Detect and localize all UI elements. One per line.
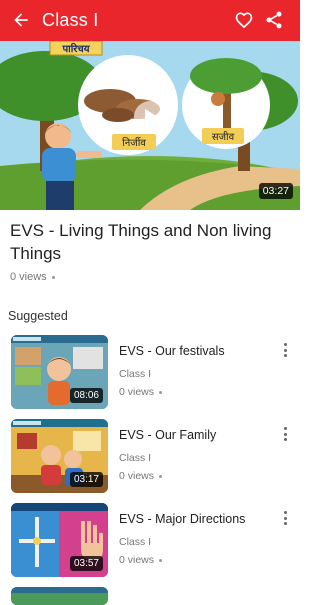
suggested-title[interactable]: EVS - Major Directions — [119, 512, 245, 526]
video-title: EVS - Living Things and Non living Thing… — [10, 221, 272, 263]
suggested-subtitle: Class I — [119, 368, 152, 380]
suggested-item[interactable]: 03:57 EVS - Major Directions Class I 0 v… — [0, 503, 300, 579]
share-button[interactable] — [262, 8, 286, 32]
suggested-thumbnail[interactable] — [11, 587, 108, 605]
suggested-duration: 03:57 — [69, 556, 103, 571]
suggested-duration: 03:17 — [69, 472, 103, 487]
favorite-button[interactable] — [232, 8, 256, 32]
suggested-item[interactable]: 03:17 EVS - Our Family Class I 0 views — [0, 419, 300, 495]
more-vert-icon — [283, 427, 287, 430]
video-thumbnail: पारिचय निर्जीव सजीव — [0, 41, 300, 210]
suggested-views: 0 views — [119, 554, 163, 566]
thumbnail-left-card-text: निर्जीव — [122, 137, 146, 149]
more-vert-icon — [283, 343, 287, 346]
back-button[interactable] — [9, 8, 33, 32]
suggested-item-partial[interactable] — [0, 587, 300, 605]
views-count: 0 views — [119, 554, 155, 566]
suggested-thumbnail[interactable]: 03:17 — [11, 419, 108, 493]
suggested-duration: 08:06 — [69, 388, 103, 403]
heart-outline-icon — [235, 12, 253, 29]
more-options-button[interactable] — [280, 425, 290, 443]
more-vert-icon — [283, 511, 287, 514]
app-bar: Class I — [0, 0, 300, 41]
suggested-item[interactable]: 08:06 EVS - Our festivals Class I 0 view… — [0, 335, 300, 411]
suggested-views: 0 views — [119, 470, 163, 482]
suggested-thumbnail[interactable]: 08:06 — [11, 335, 108, 409]
more-options-button[interactable] — [280, 341, 290, 359]
views-count: 0 views — [119, 470, 155, 482]
share-icon — [266, 11, 282, 29]
more-options-button[interactable] — [280, 509, 290, 527]
thumbnail-right-card-text: सजीव — [212, 131, 235, 143]
separator-dot — [51, 275, 55, 279]
page-title: Class I — [42, 10, 99, 30]
suggested-heading: Suggested — [8, 309, 68, 323]
separator-dot — [159, 474, 163, 478]
views-count: 0 views — [119, 386, 155, 398]
suggested-thumbnail[interactable]: 03:57 — [11, 503, 108, 577]
partial-thumbnail-art — [11, 587, 108, 605]
video-views: 0 views — [10, 271, 55, 283]
separator-dot — [159, 390, 163, 394]
video-player[interactable]: पारिचय निर्जीव सजीव 03:27 — [0, 41, 300, 210]
suggested-subtitle: Class I — [119, 536, 152, 548]
suggested-views: 0 views — [119, 386, 163, 398]
suggested-title[interactable]: EVS - Our festivals — [119, 344, 225, 358]
views-count: 0 views — [10, 271, 47, 283]
suggested-title[interactable]: EVS - Our Family — [119, 428, 216, 442]
video-duration: 03:27 — [258, 183, 293, 199]
thumbnail-banner-text: पारिचय — [61, 42, 90, 55]
separator-dot — [159, 558, 163, 562]
suggested-subtitle: Class I — [119, 452, 152, 464]
arrow-left-icon — [14, 13, 28, 27]
